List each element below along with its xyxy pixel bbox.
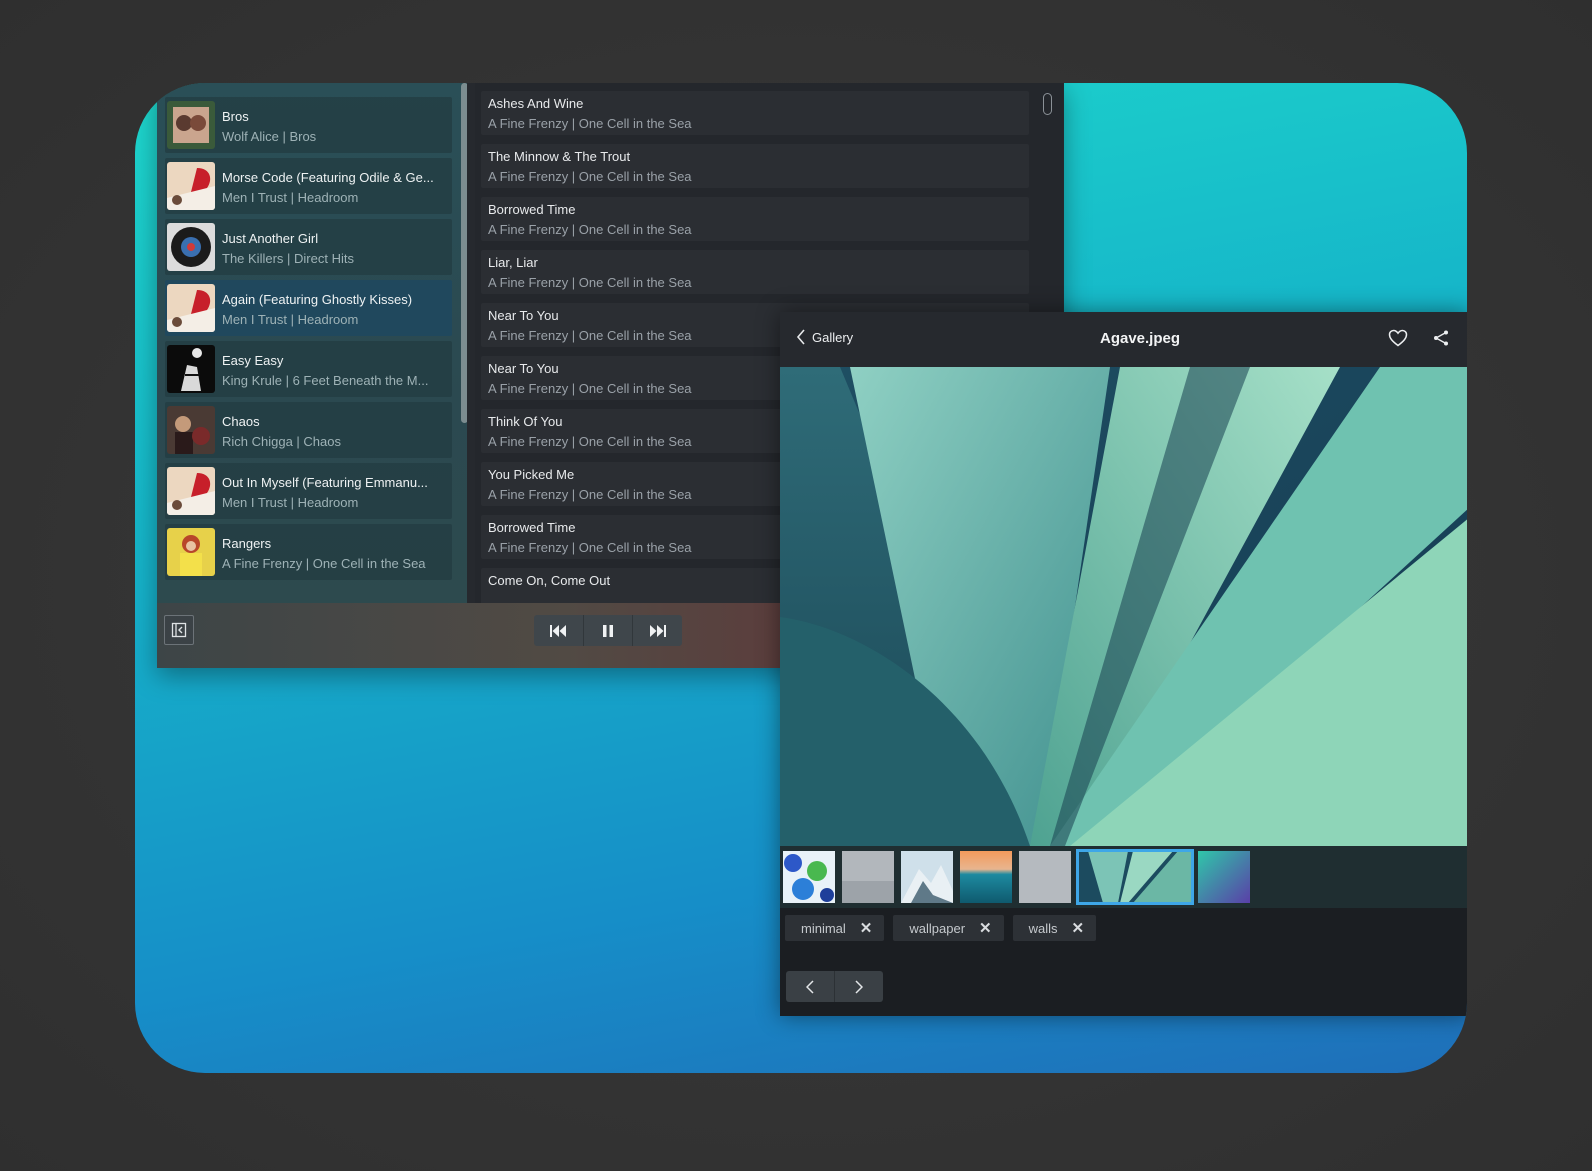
gallery-window: Gallery Agave.jpeg minimal ✕ wallpaper ✕…: [780, 312, 1467, 1016]
track-subtitle: A Fine Frenzy | One Cell in the Sea: [488, 222, 692, 237]
heart-icon[interactable]: [1388, 329, 1408, 347]
album-cover: [167, 406, 215, 454]
track-subtitle: A Fine Frenzy | One Cell in the Sea: [488, 328, 692, 343]
thumbnail-3[interactable]: [901, 851, 953, 903]
track-title: Come On, Come Out: [488, 573, 611, 588]
queue-item[interactable]: Rangers A Fine Frenzy | One Cell in the S…: [165, 524, 452, 580]
queue-item-subtitle: Rich Chigga | Chaos: [222, 434, 341, 449]
album-cover: [167, 223, 215, 271]
track-row[interactable]: Liar, Liar A Fine Frenzy | One Cell in th…: [481, 250, 1029, 294]
skip-back-icon: [550, 624, 567, 637]
track-title: Ashes And Wine: [488, 96, 584, 111]
queue-item[interactable]: Again (Featuring Ghostly Kisses) Men I Tr…: [165, 280, 452, 336]
image-title: Agave.jpeg: [1099, 330, 1181, 347]
close-icon[interactable]: ✕: [1072, 919, 1085, 937]
tag-label: minimal: [801, 920, 846, 936]
image-navigation: [786, 971, 883, 1002]
gallery-header: Gallery Agave.jpeg: [780, 312, 1467, 367]
queue-item[interactable]: Just Another Girl The Killers | Direct Hi…: [165, 219, 452, 275]
queue-item[interactable]: Morse Code (Featuring Odile & Ge... Men I…: [165, 158, 452, 214]
queue-item-title: Just Another Girl: [222, 231, 319, 246]
queue-item-subtitle: Men I Trust | Headroom: [222, 495, 359, 510]
pause-button[interactable]: [583, 615, 634, 646]
track-title: Borrowed Time: [488, 520, 576, 535]
queue-item-subtitle: The Killers | Direct Hits: [222, 251, 354, 266]
queue-item-title: Easy Easy: [222, 353, 284, 368]
sidebar-toggle-icon: [171, 622, 187, 638]
track-subtitle: A Fine Frenzy | One Cell in the Sea: [488, 434, 692, 449]
tag-label: wallpaper: [909, 920, 966, 936]
queue-scrollbar[interactable]: [461, 83, 467, 423]
queue-item[interactable]: Bros Wolf Alice | Bros: [165, 97, 452, 153]
previous-button[interactable]: [534, 615, 584, 646]
desktop-wallpaper: Bros Wolf Alice | Bros Morse Code (Featuri…: [135, 83, 1467, 1073]
tag-chip: minimal ✕: [785, 915, 885, 941]
tag-label: walls: [1028, 920, 1058, 936]
queue-item-title: Rangers: [222, 536, 272, 551]
track-subtitle: A Fine Frenzy | One Cell in the Sea: [488, 487, 692, 502]
close-icon[interactable]: ✕: [860, 919, 873, 937]
album-cover: [167, 528, 215, 576]
queue-item-title: Morse Code (Featuring Odile & Ge...: [222, 170, 434, 185]
track-title: Liar, Liar: [488, 255, 538, 270]
thumbnail-7[interactable]: [1198, 851, 1250, 903]
tag-chip: walls ✕: [1012, 915, 1097, 941]
track-row[interactable]: Ashes And Wine A Fine Frenzy | One Cell i…: [481, 91, 1029, 135]
thumbnail-2[interactable]: [842, 851, 894, 903]
pause-icon: [603, 624, 613, 637]
queue-item-title: Chaos: [222, 414, 260, 429]
skip-forward-icon: [649, 624, 666, 637]
thumbnail-1[interactable]: [783, 851, 835, 903]
queue-item-subtitle: A Fine Frenzy | One Cell in the Sea: [222, 556, 426, 571]
track-subtitle: A Fine Frenzy | One Cell in the Sea: [488, 540, 692, 555]
album-cover: [167, 162, 215, 210]
tag-chip: wallpaper ✕: [893, 915, 1004, 941]
chevron-right-icon: [855, 979, 863, 994]
album-cover: [167, 467, 215, 515]
track-subtitle: A Fine Frenzy | One Cell in the Sea: [488, 169, 692, 184]
queue-item-title: Out In Myself (Featuring Emmanu...: [222, 475, 428, 490]
queue-item[interactable]: Chaos Rich Chigga | Chaos: [165, 402, 452, 458]
track-title: The Minnow & The Trout: [488, 149, 631, 164]
thumbnail-6-selected[interactable]: [1076, 849, 1194, 905]
track-subtitle: A Fine Frenzy | One Cell in the Sea: [488, 275, 692, 290]
thumbnail-5[interactable]: [1019, 851, 1071, 903]
album-cover: [167, 284, 215, 332]
agave-image: [780, 367, 1467, 846]
next-button[interactable]: [633, 615, 683, 646]
playback-controls: [534, 615, 683, 646]
track-subtitle: A Fine Frenzy | One Cell in the Sea: [488, 381, 692, 396]
track-row[interactable]: Borrowed Time A Fine Frenzy | One Cell in…: [481, 197, 1029, 241]
queue-item[interactable]: Easy Easy King Krule | 6 Feet Beneath the…: [165, 341, 452, 397]
queue-item-subtitle: Wolf Alice | Bros: [222, 129, 317, 144]
tag-list: minimal ✕ wallpaper ✕ walls ✕: [785, 915, 1097, 941]
queue-item-subtitle: Men I Trust | Headroom: [222, 312, 359, 327]
previous-image-button[interactable]: [786, 971, 835, 1002]
album-cover: [167, 101, 215, 149]
play-queue: Bros Wolf Alice | Bros Morse Code (Featuri…: [157, 83, 467, 613]
queue-item-title: Again (Featuring Ghostly Kisses): [222, 292, 413, 307]
track-title: Near To You: [488, 361, 559, 376]
track-row[interactable]: The Minnow & The Trout A Fine Frenzy | On…: [481, 144, 1029, 188]
thumbnail-strip: [780, 846, 1467, 908]
track-subtitle: A Fine Frenzy | One Cell in the Sea: [488, 116, 692, 131]
thumbnail-4[interactable]: [960, 851, 1012, 903]
tracks-scrollbar[interactable]: [1043, 93, 1052, 115]
chevron-left-icon: [806, 979, 814, 994]
sidebar-toggle-button[interactable]: [164, 615, 194, 645]
track-title: Near To You: [488, 308, 559, 323]
next-image-button[interactable]: [835, 971, 883, 1002]
track-title: Borrowed Time: [488, 202, 576, 217]
queue-item-subtitle: King Krule | 6 Feet Beneath the M...: [222, 373, 429, 388]
track-title: Think Of You: [488, 414, 563, 429]
queue-item-subtitle: Men I Trust | Headroom: [222, 190, 359, 205]
track-title: You Picked Me: [488, 467, 575, 482]
album-cover: [167, 345, 215, 393]
share-icon[interactable]: [1432, 329, 1450, 347]
close-icon[interactable]: ✕: [979, 919, 992, 937]
queue-item-title: Bros: [222, 109, 249, 124]
queue-item[interactable]: Out In Myself (Featuring Emmanu... Men I …: [165, 463, 452, 519]
